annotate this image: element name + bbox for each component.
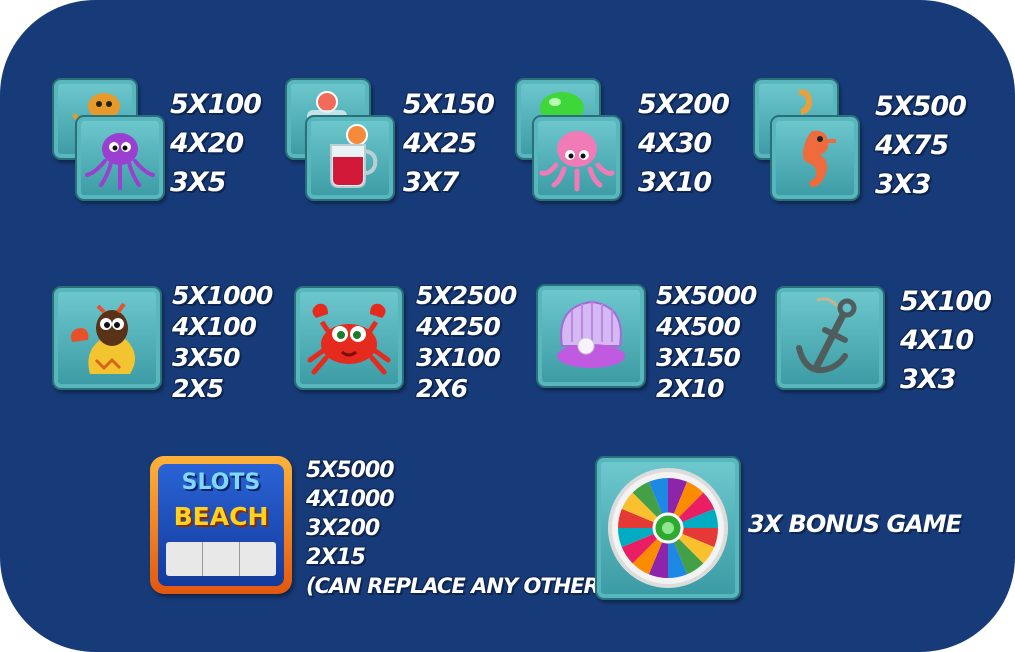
pay-line: 3X3 xyxy=(875,169,931,200)
octopus-tile xyxy=(532,115,622,201)
seahorse-paytable: 5X500 4X75 3X3 xyxy=(875,87,967,204)
anchor-tile xyxy=(775,286,885,390)
pay-line: 3X50 xyxy=(172,343,240,372)
pay-line: 4X1000 xyxy=(306,487,395,512)
bonus-label: 3X BONUS GAME xyxy=(748,510,962,538)
pay-line: 4X500 xyxy=(656,312,741,341)
pay-line: 3X5 xyxy=(170,167,226,198)
jellyfish-icon xyxy=(85,133,155,190)
logo-text-slots: SLOTS xyxy=(181,470,261,495)
pay-line: 5X5000 xyxy=(656,281,757,310)
pay-line: 5X200 xyxy=(638,89,730,120)
anchor-paytable: 5X100 4X10 3X3 xyxy=(900,282,992,399)
pay-line: 3X7 xyxy=(403,167,459,198)
jellyfish-tile xyxy=(75,115,165,201)
pay-line: 3X150 xyxy=(656,343,741,372)
hermit-crab-icon xyxy=(71,302,135,374)
pearl-shell-icon xyxy=(557,300,625,368)
pay-line: 5X500 xyxy=(875,91,967,122)
pay-line: 2X5 xyxy=(172,374,224,403)
crab-paytable: 5X2500 4X250 3X100 2X6 xyxy=(416,280,517,404)
pay-line: 5X100 xyxy=(900,286,992,317)
pay-line: 5X5000 xyxy=(306,458,395,483)
pay-line: 4X10 xyxy=(900,325,974,356)
pay-line: 2X15 xyxy=(306,545,366,570)
paytable-panel: 5X100 4X20 3X5 5X150 4X25 3X7 5X200 4X30… xyxy=(0,0,1015,652)
wild-paytable: 5X5000 4X1000 3X200 2X15 (CAN REPLACE AN… xyxy=(306,456,608,601)
reel xyxy=(240,542,276,576)
pay-line: 4X30 xyxy=(638,128,712,159)
prize-wheel-icon xyxy=(608,468,728,588)
pay-line: 4X20 xyxy=(170,128,244,159)
seahorse-icon xyxy=(802,130,836,187)
anchor-icon xyxy=(796,297,857,374)
pay-line: 3X10 xyxy=(638,167,712,198)
crab-icon xyxy=(307,303,391,375)
octopus-paytable: 5X200 4X30 3X10 xyxy=(638,85,730,202)
juice-pitcher-icon xyxy=(330,124,378,188)
reel xyxy=(166,542,203,576)
logo-text-beach: BEACH xyxy=(173,502,269,531)
pay-line: 4X250 xyxy=(416,312,501,341)
pay-line: 3X100 xyxy=(416,343,501,372)
juice-paytable: 5X150 4X25 3X7 xyxy=(403,85,495,202)
hermit-crab-paytable: 5X1000 4X100 3X50 2X5 xyxy=(172,280,273,404)
pay-line: 3X3 xyxy=(900,364,956,395)
pay-line: 2X10 xyxy=(656,374,724,403)
wild-logo-tile: SLOTS BEACH xyxy=(150,456,292,594)
pay-line: 5X150 xyxy=(403,89,495,120)
crab-tile xyxy=(294,286,404,390)
pearl-paytable: 5X5000 4X500 3X150 2X10 xyxy=(656,280,757,404)
seahorse-tile xyxy=(770,115,860,201)
pay-line: 5X2500 xyxy=(416,281,517,310)
wild-logo-inner: SLOTS BEACH xyxy=(158,464,284,586)
pay-line: 4X75 xyxy=(875,130,949,161)
pay-line: 4X100 xyxy=(172,312,257,341)
pay-line: 4X25 xyxy=(403,128,477,159)
pay-line: 3X200 xyxy=(306,516,380,541)
octopus-icon xyxy=(539,131,615,192)
jellyfish-paytable: 5X100 4X20 3X5 xyxy=(170,85,262,202)
hermit-crab-tile xyxy=(52,286,162,390)
pay-line: 5X100 xyxy=(170,89,262,120)
juice-tile xyxy=(305,115,395,201)
pay-line: 2X6 xyxy=(416,374,468,403)
reel xyxy=(203,542,240,576)
logo-reels xyxy=(166,542,276,576)
pearl-tile xyxy=(536,284,646,388)
bonus-wheel-tile xyxy=(595,456,741,600)
wild-note: (CAN REPLACE ANY OTHER) xyxy=(306,574,608,598)
pay-line: 5X1000 xyxy=(172,281,273,310)
